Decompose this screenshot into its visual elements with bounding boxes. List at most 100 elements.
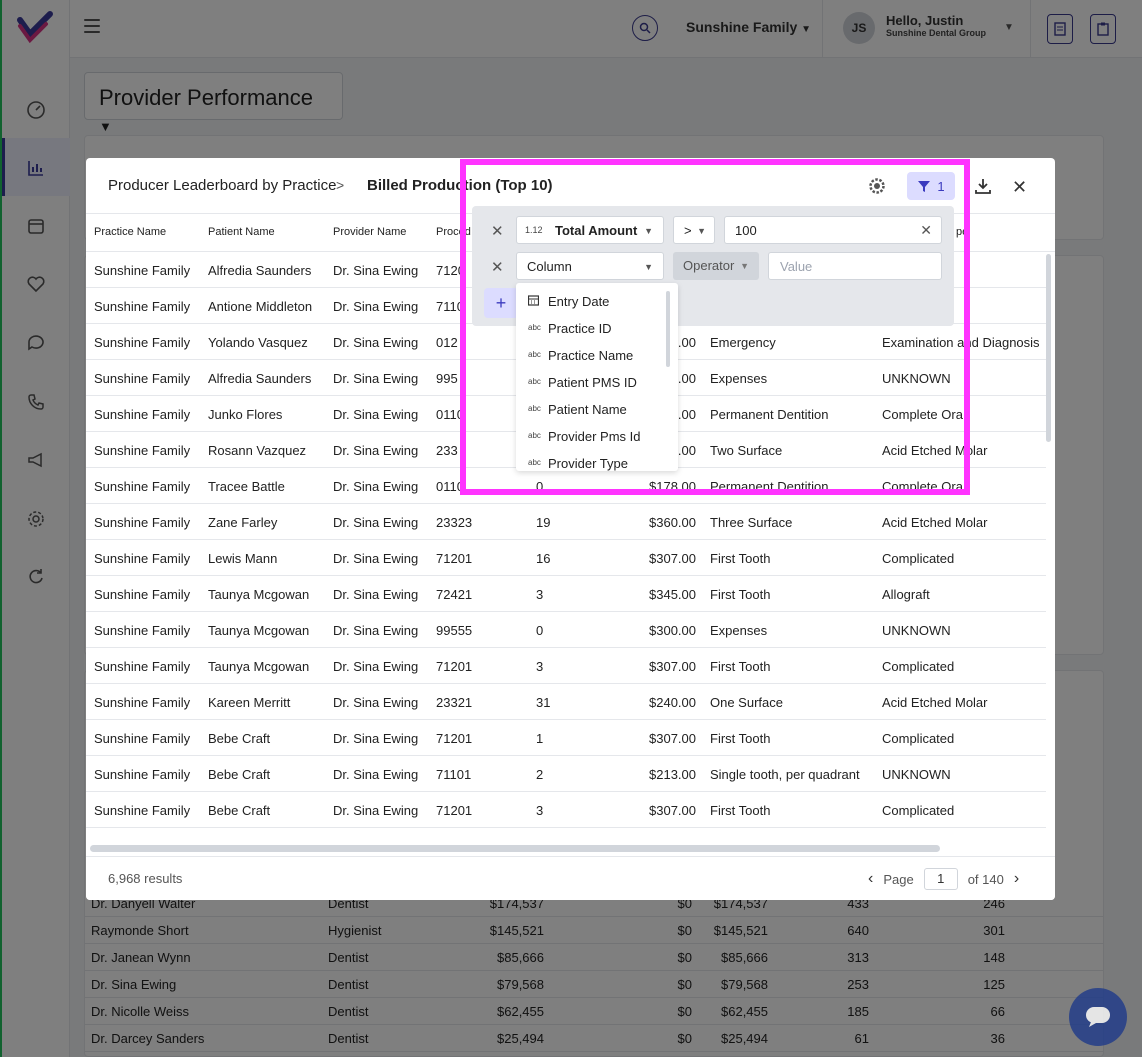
table-row[interactable]: Sunshine Family Lewis Mann Dr. Sina Ewing 7… <box>86 540 1046 576</box>
column-header-patient[interactable]: Patient Name <box>208 226 275 238</box>
cell-provider: Dr. Sina Ewing <box>333 623 419 638</box>
table-row[interactable]: Sunshine Family Kareen Merritt Dr. Sina Ew… <box>86 684 1046 720</box>
cell-category: Single tooth, per quadrant <box>710 767 860 782</box>
cell-practice: Sunshine Family <box>94 443 191 458</box>
horizontal-scrollbar[interactable] <box>90 845 940 852</box>
cell-patient: Taunya Mcgowan <box>208 623 310 638</box>
cell-patient: Kareen Merritt <box>208 695 291 710</box>
cell-amount: $360.00 <box>649 515 696 530</box>
column-header-provider[interactable]: Provider Name <box>333 226 406 238</box>
cell-qty: 2 <box>536 767 544 782</box>
table-row[interactable]: Sunshine Family Bebe Craft Dr. Sina Ewing 7… <box>86 756 1046 792</box>
cell-amount: $213.00 <box>649 767 696 782</box>
cell-code: 23323 <box>436 515 473 530</box>
table-row[interactable]: Sunshine Family Bebe Craft Dr. Sina Ewing 7… <box>86 720 1046 756</box>
page-input[interactable]: 1 <box>923 868 958 890</box>
cell-qty: 3 <box>536 659 544 674</box>
cell-practice: Sunshine Family <box>94 767 191 782</box>
cell-desc: UNKNOWN <box>882 767 951 782</box>
close-icon[interactable]: ✕ <box>1012 177 1027 198</box>
cell-qty: 0 <box>536 623 544 638</box>
cell-provider: Dr. Sina Ewing <box>333 515 419 530</box>
cell-desc: Acid Etched Molar <box>882 695 988 710</box>
cell-patient: Alfredia Saunders <box>208 371 312 386</box>
cell-practice: Sunshine Family <box>94 407 191 422</box>
cell-provider: Dr. Sina Ewing <box>333 587 419 602</box>
cell-desc: Acid Etched Molar <box>882 515 988 530</box>
cell-patient: Junko Flores <box>208 407 283 422</box>
chat-launcher[interactable] <box>1069 988 1127 1046</box>
cell-patient: Antione Middleton <box>208 299 313 314</box>
cell-practice: Sunshine Family <box>94 371 191 386</box>
cell-code: 71201 <box>436 659 473 674</box>
page-label: Page <box>883 871 914 887</box>
cell-provider: Dr. Sina Ewing <box>333 479 419 494</box>
chat-bubble-icon <box>1086 1007 1110 1027</box>
cell-patient: Rosann Vazquez <box>208 443 307 458</box>
cell-practice: Sunshine Family <box>94 299 191 314</box>
column-header-practice[interactable]: Practice Name <box>94 226 166 238</box>
cell-qty: 19 <box>536 515 551 530</box>
cell-amount: $307.00 <box>649 731 696 746</box>
cell-practice: Sunshine Family <box>94 335 191 350</box>
cell-category: First Tooth <box>710 659 771 674</box>
cell-code: 233 <box>436 443 458 458</box>
cell-amount: $307.00 <box>649 803 696 818</box>
cell-patient: Bebe Craft <box>208 767 271 782</box>
cell-provider: Dr. Sina Ewing <box>333 299 419 314</box>
cell-category: First Tooth <box>710 803 771 818</box>
cell-category: First Tooth <box>710 551 771 566</box>
cell-patient: Zane Farley <box>208 515 278 530</box>
cell-desc: Complicated <box>882 803 955 818</box>
cell-practice: Sunshine Family <box>94 623 191 638</box>
cell-desc: Allograft <box>882 587 930 602</box>
cell-patient: Bebe Craft <box>208 731 271 746</box>
cell-code: 71201 <box>436 731 473 746</box>
highlight-box <box>460 159 970 495</box>
table-row[interactable]: Sunshine Family Bebe Craft Dr. Sina Ewing 7… <box>86 792 1046 828</box>
cell-provider: Dr. Sina Ewing <box>333 443 419 458</box>
cell-provider: Dr. Sina Ewing <box>333 803 419 818</box>
breadcrumb[interactable]: Producer Leaderboard by Practice <box>108 177 336 194</box>
cell-category: One Surface <box>710 695 783 710</box>
cell-code: 012 <box>436 335 458 350</box>
cell-category: Three Surface <box>710 515 793 530</box>
cell-amount: $300.00 <box>649 623 696 638</box>
cell-provider: Dr. Sina Ewing <box>333 371 419 386</box>
cell-practice: Sunshine Family <box>94 515 191 530</box>
cell-code: 71201 <box>436 551 473 566</box>
cell-practice: Sunshine Family <box>94 731 191 746</box>
cell-patient: Tracee Battle <box>208 479 285 494</box>
cell-qty: 3 <box>536 803 544 818</box>
cell-provider: Dr. Sina Ewing <box>333 335 419 350</box>
cell-provider: Dr. Sina Ewing <box>333 263 419 278</box>
download-icon[interactable] <box>974 177 992 195</box>
chevron-left-icon[interactable]: ‹ <box>868 870 873 888</box>
cell-patient: Taunya Mcgowan <box>208 659 310 674</box>
cell-category: Expenses <box>710 623 768 638</box>
cell-provider: Dr. Sina Ewing <box>333 731 419 746</box>
cell-code: 72421 <box>436 587 473 602</box>
cell-code: 995 <box>436 371 458 386</box>
cell-provider: Dr. Sina Ewing <box>333 551 419 566</box>
cell-qty: 3 <box>536 587 544 602</box>
cell-patient: Lewis Mann <box>208 551 278 566</box>
modal-footer: 6,968 results ‹ Page 1 of 140 › <box>86 856 1055 900</box>
cell-code: 71201 <box>436 803 473 818</box>
table-row[interactable]: Sunshine Family Taunya Mcgowan Dr. Sina Ew… <box>86 648 1046 684</box>
vertical-scrollbar[interactable] <box>1046 254 1051 442</box>
cell-desc: UNKNOWN <box>882 623 951 638</box>
cell-patient: Alfredia Saunders <box>208 263 312 278</box>
table-row[interactable]: Sunshine Family Taunya Mcgowan Dr. Sina Ew… <box>86 612 1046 648</box>
cell-desc: Complicated <box>882 551 955 566</box>
table-row[interactable]: Sunshine Family Zane Farley Dr. Sina Ewing… <box>86 504 1046 540</box>
page-total: of 140 <box>967 871 1004 887</box>
pagination: ‹ Page 1 of 140 › <box>868 868 1019 890</box>
cell-desc: Complicated <box>882 659 955 674</box>
chevron-right-icon: > <box>336 177 345 193</box>
cell-practice: Sunshine Family <box>94 695 191 710</box>
cell-category: First Tooth <box>710 587 771 602</box>
table-row[interactable]: Sunshine Family Taunya Mcgowan Dr. Sina Ew… <box>86 576 1046 612</box>
chevron-right-icon[interactable]: › <box>1014 870 1019 888</box>
cell-provider: Dr. Sina Ewing <box>333 695 419 710</box>
